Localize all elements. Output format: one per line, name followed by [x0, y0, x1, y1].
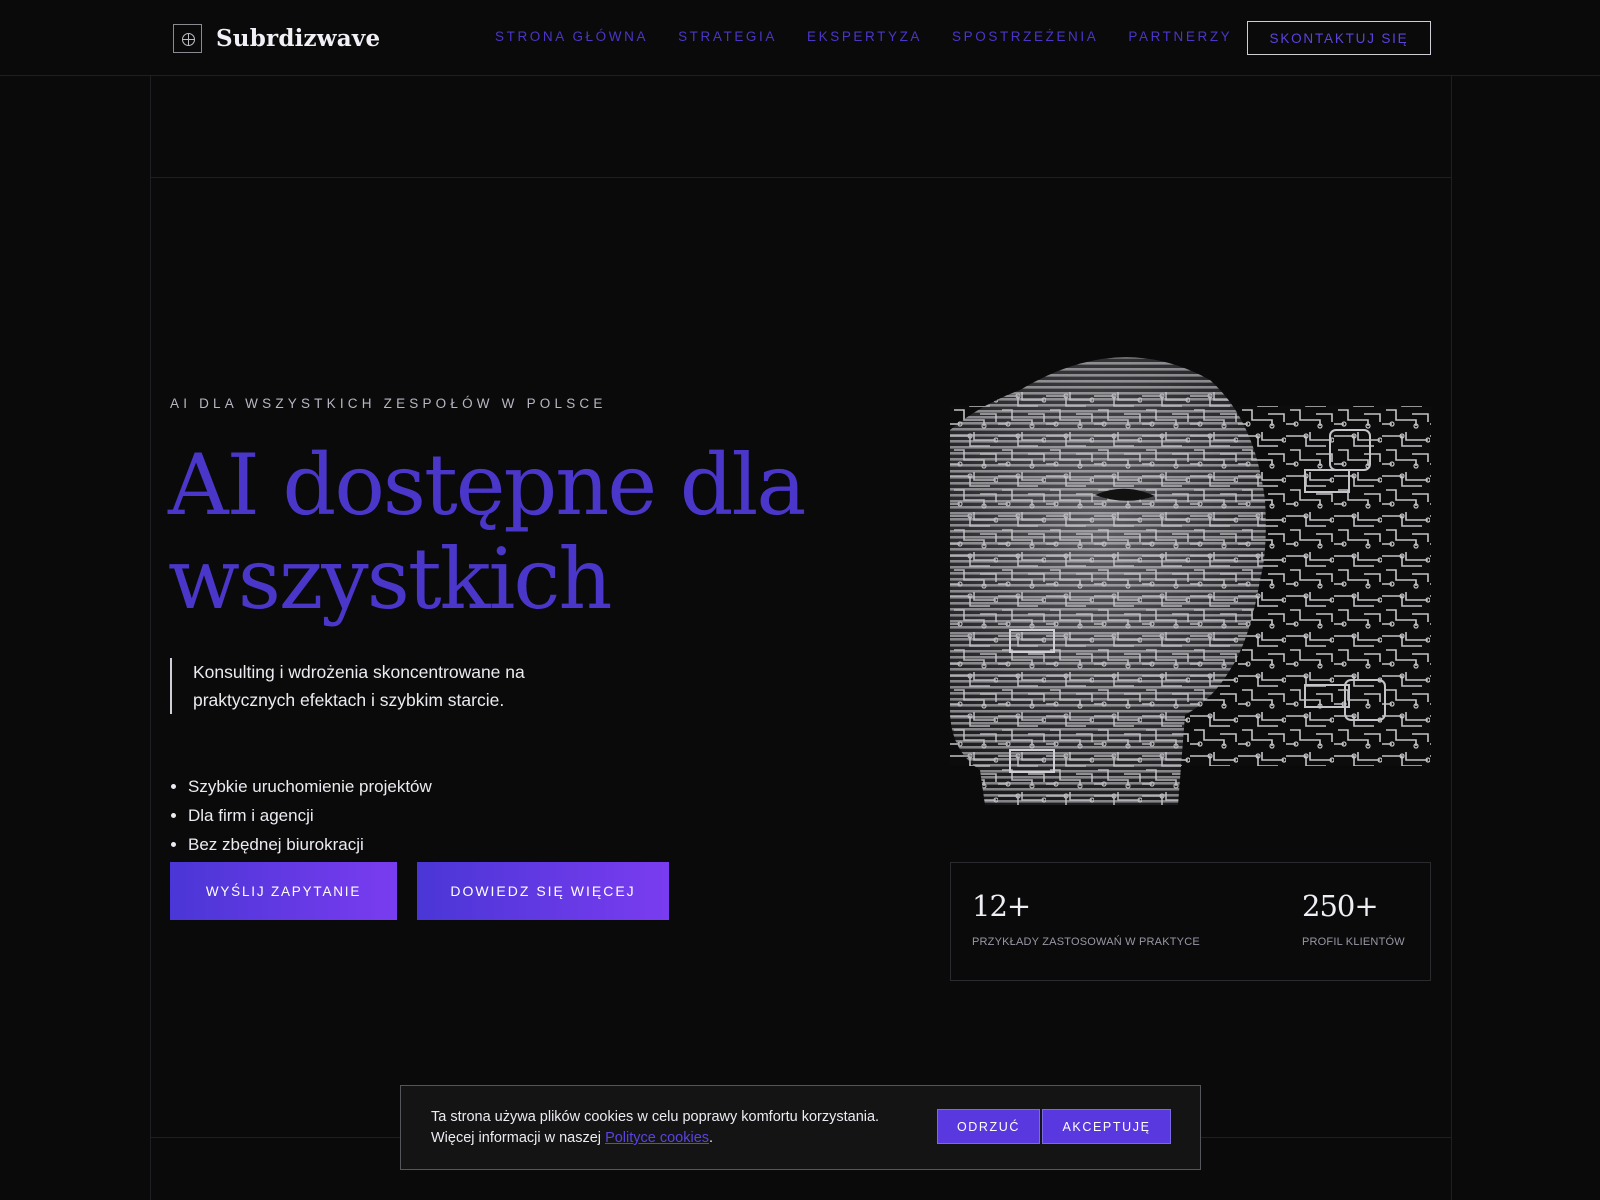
brand-name: Subrdizwave	[216, 24, 381, 52]
nav-item-strategy[interactable]: STRATEGIA	[678, 29, 777, 44]
stats-box: 12+ PRZYKŁADY ZASTOSOWAŃ W PRAKTYCE 250+…	[950, 862, 1431, 981]
cookie-policy-link[interactable]: Polityce cookies	[605, 1130, 709, 1146]
cookie-banner: Ta strona używa plików cookies w celu po…	[400, 1085, 1201, 1170]
hero-title-line-1: AI dostępne dla	[168, 436, 806, 534]
hero-lead: Konsulting i wdrożenia skoncentrowane na…	[170, 658, 620, 714]
crosshair-circle-icon	[173, 23, 202, 53]
learn-more-button[interactable]: DOWIEDZ SIĘ WIĘCEJ	[417, 862, 669, 920]
hero-title-line-2: wszystkich	[168, 530, 612, 628]
stat-label: PROFIL KLIENTÓW	[1302, 936, 1405, 948]
nav-item-home[interactable]: STRONA GŁÓWNA	[495, 29, 648, 44]
feature-list: Szybkie uruchomienie projektów Dla firm …	[170, 772, 432, 859]
stat-use-cases: 12+ PRZYKŁADY ZASTOSOWAŃ W PRAKTYCE	[972, 889, 1200, 948]
stat-value: 250+	[1302, 889, 1379, 923]
site-header: Subrdizwave STRONA GŁÓWNA STRATEGIA EKSP…	[0, 0, 1600, 76]
feature-item: Bez zbędnej biurokracji	[170, 830, 432, 859]
nav-item-insights[interactable]: SPOSTRZEŻENIA	[952, 29, 1098, 44]
brand[interactable]: Subrdizwave	[173, 23, 380, 53]
nav-item-partners[interactable]: PARTNERZY	[1128, 29, 1232, 44]
hero-title: AI dostępne dla wszystkich	[168, 438, 868, 626]
frame-line-left	[150, 76, 151, 1200]
stat-value: 12+	[972, 889, 1031, 923]
cookie-text-end: .	[709, 1130, 714, 1146]
nav-item-expertise[interactable]: EKSPERTYZA	[807, 29, 922, 44]
stat-label: PRZYKŁADY ZASTOSOWAŃ W PRAKTYCE	[972, 936, 1200, 948]
cookie-reject-button[interactable]: ODRZUĆ	[937, 1109, 1040, 1144]
contact-button[interactable]: SKONTAKTUJ SIĘ	[1247, 21, 1431, 55]
feature-item: Dla firm i agencji	[170, 801, 432, 830]
feature-item: Szybkie uruchomienie projektów	[170, 772, 432, 801]
cookie-accept-button[interactable]: AKCEPTUJĘ	[1042, 1109, 1171, 1144]
stat-clients: 250+ PROFIL KLIENTÓW	[1302, 889, 1405, 948]
hero-image-ai-face	[950, 350, 1431, 806]
cookie-text: Ta strona używa plików cookies w celu po…	[431, 1107, 911, 1149]
frame-line-right	[1451, 76, 1452, 1200]
frame-divider-top	[150, 177, 1451, 178]
send-inquiry-button[interactable]: WYŚLIJ ZAPYTANIE	[170, 862, 397, 920]
hero-eyebrow: AI DLA WSZYSTKICH ZESPOŁÓW W POLSCE	[170, 396, 607, 411]
main-nav: STRONA GŁÓWNA STRATEGIA EKSPERTYZA SPOST…	[495, 29, 1262, 44]
